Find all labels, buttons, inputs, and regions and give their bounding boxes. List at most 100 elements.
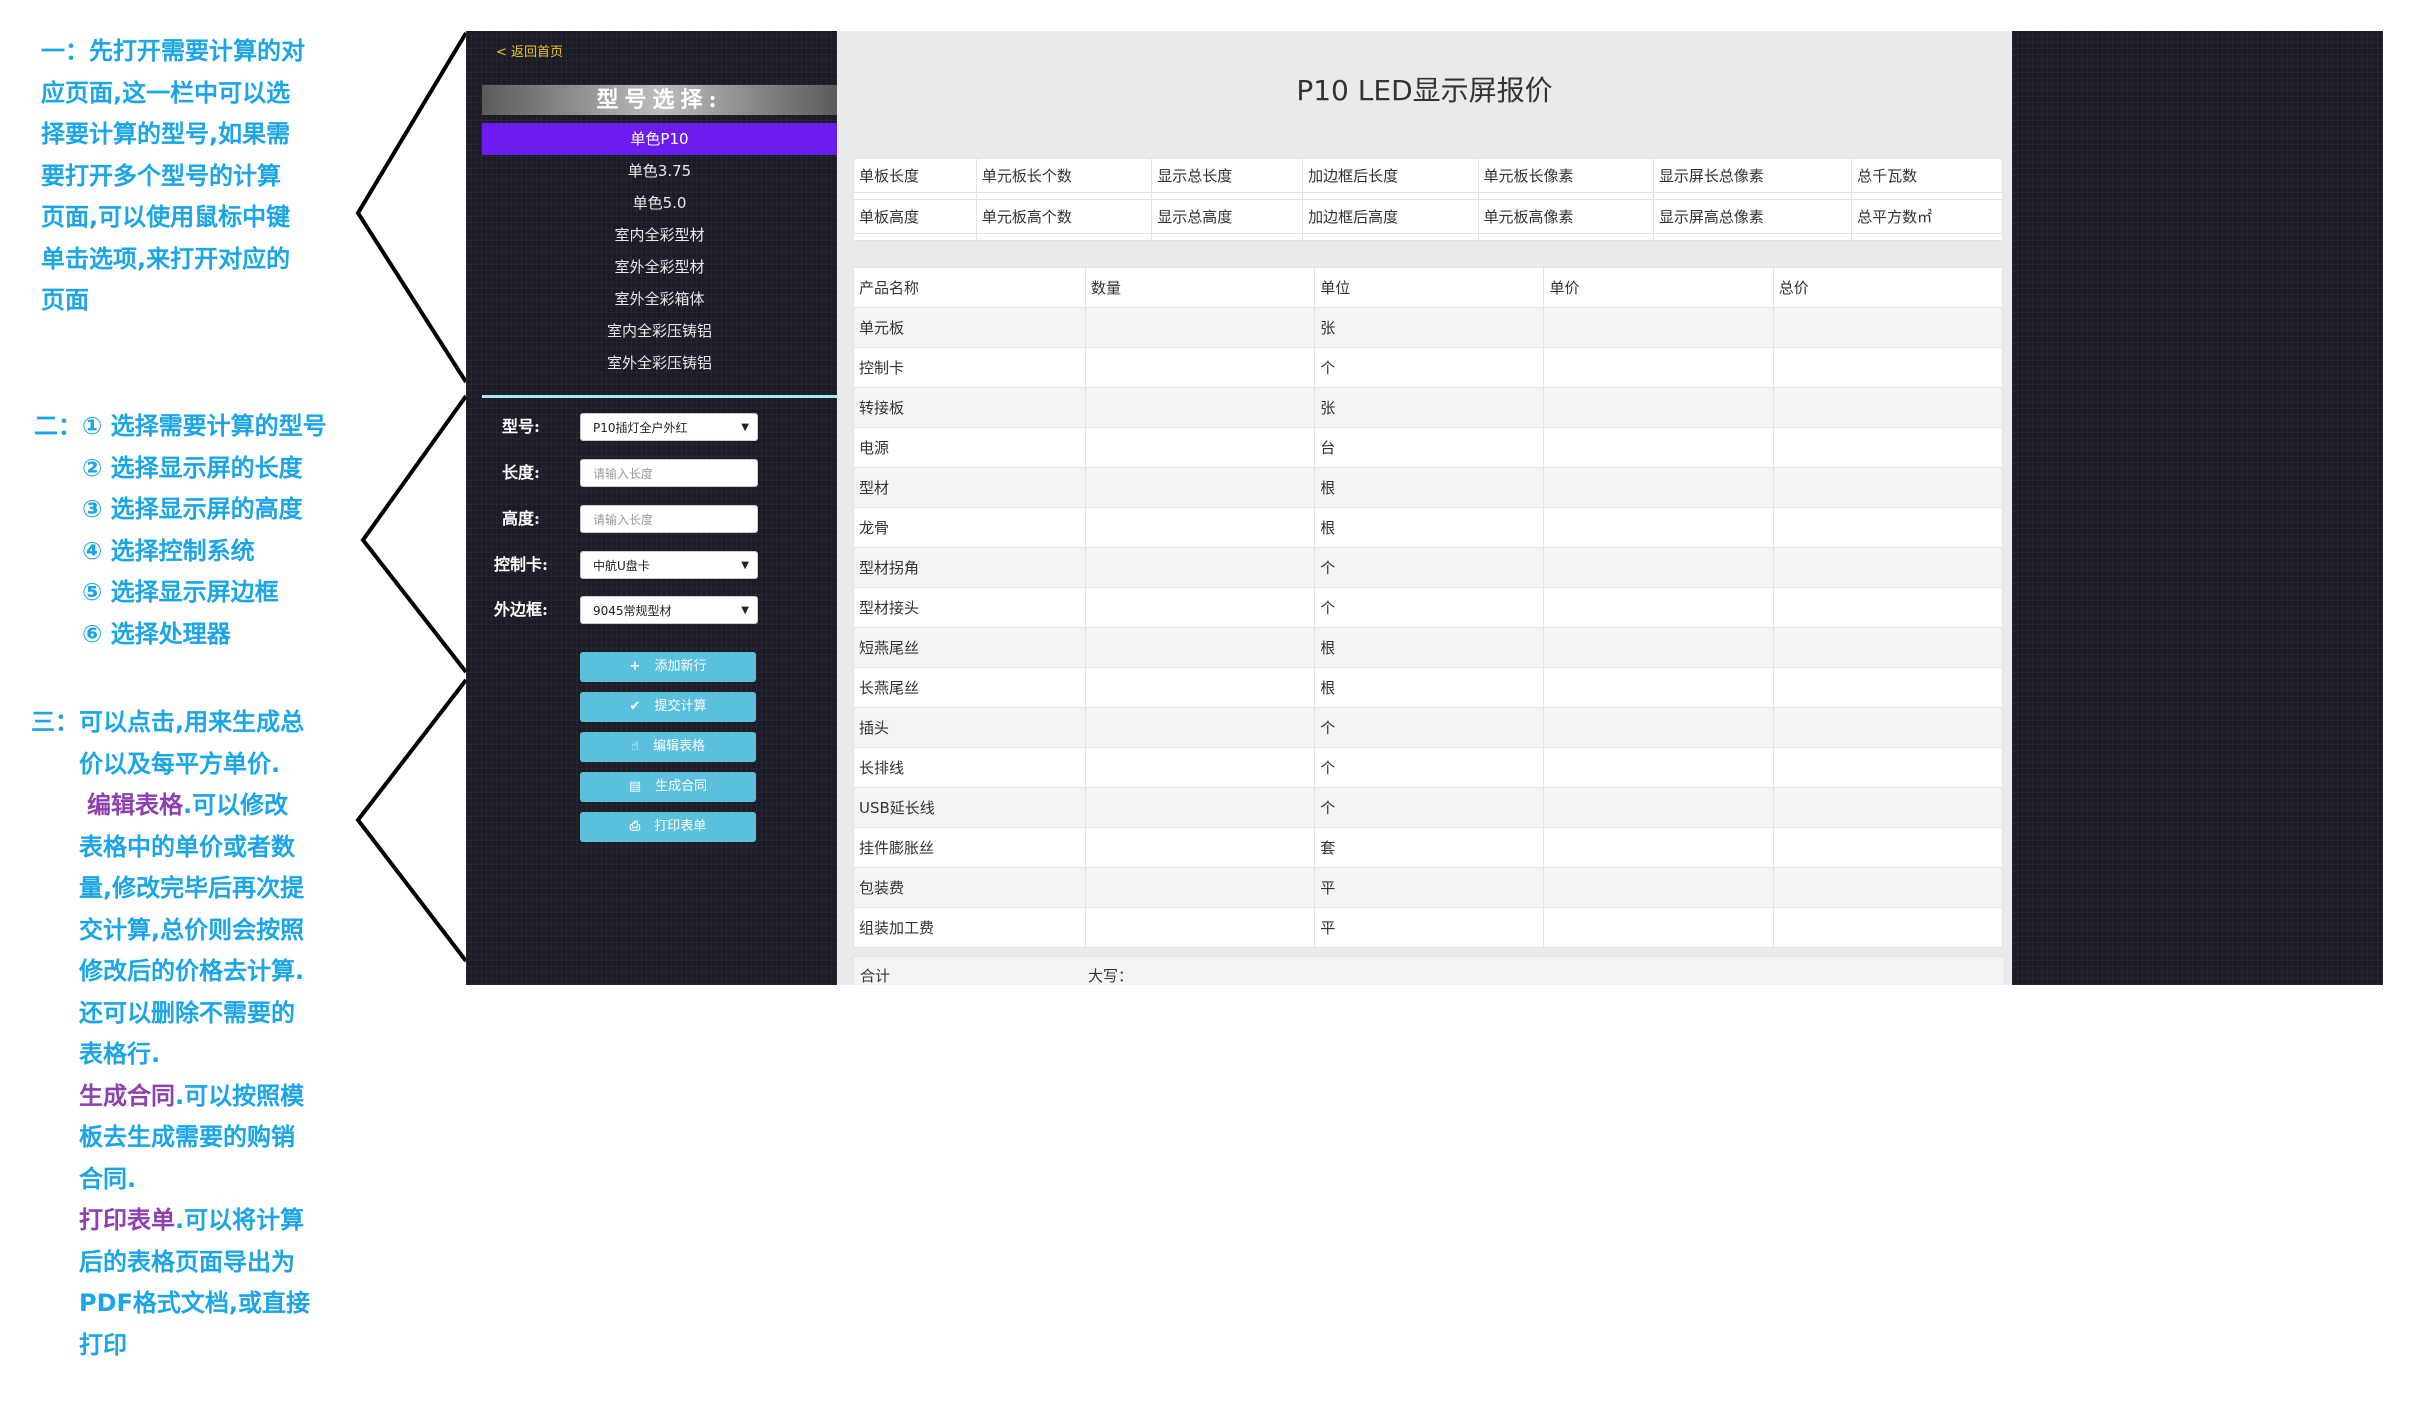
submit-calc-button[interactable]: ✔ 提交计算 <box>580 692 756 722</box>
table-row[interactable]: 长燕尾丝 根 <box>853 667 2004 708</box>
unit-price-cell <box>1543 547 1774 588</box>
unit-cell: 平 <box>1314 867 1545 908</box>
menu-item[interactable]: 室内全彩压铸铝 <box>482 315 837 347</box>
edit-table-button[interactable]: ☝ 编辑表格 <box>580 732 756 762</box>
unit-cell: 个 <box>1314 587 1545 628</box>
unit-price-cell <box>1543 747 1774 788</box>
sidebar: < 返回首页 型号选择: 单色P10 单色3.75 单色5.0 室内全彩型材 室外全彩型… <box>466 31 837 985</box>
spec-spacer-cell <box>1851 192 2003 200</box>
quote-table: 产品名称 数量 单位 单价 总价 单元板张控制卡个转接板张电源台型材根龙骨根型材拐角个型材… <box>853 267 2004 948</box>
total-price-cell <box>1772 467 2004 508</box>
table-header-row: 产品名称 数量 单位 单价 总价 <box>853 267 2004 308</box>
quantity-cell <box>1084 747 1316 788</box>
table-row[interactable]: 龙骨 根 <box>853 507 2004 548</box>
quantity-cell <box>1084 787 1316 828</box>
quantity-cell <box>1084 347 1316 388</box>
annotation-text: 合同. <box>79 1164 137 1193</box>
sidebar-divider <box>482 395 837 398</box>
total-price-cell <box>1772 347 2004 388</box>
table-row[interactable]: 型材拐角 个 <box>853 547 2004 588</box>
length-input[interactable]: 请输入长度 <box>580 459 758 487</box>
spec-cell: 单板长度 <box>853 158 977 193</box>
generate-contract-button[interactable]: ▤ 生成合同 <box>580 772 756 802</box>
check-icon: ✔ <box>629 699 641 714</box>
annotation-line: 生成合同.可以按照模 <box>31 1076 310 1118</box>
menu-item[interactable]: 室内全彩型材 <box>482 219 837 251</box>
table-row[interactable]: 型材 根 <box>853 467 2004 508</box>
unit-cell: 个 <box>1314 787 1545 828</box>
menu-item[interactable]: 单色5.0 <box>482 187 837 219</box>
menu-item[interactable]: 室外全彩压铸铝 <box>482 347 837 379</box>
unit-cell: 平 <box>1314 907 1545 948</box>
annotation-line: 表格行. <box>31 1034 310 1076</box>
spec-spacer-cell <box>1302 233 1479 241</box>
product-name-cell: 控制卡 <box>853 347 1086 388</box>
control-card-select[interactable]: 中航U盘卡 ▼ <box>580 551 758 579</box>
unit-price-cell <box>1543 627 1774 668</box>
table-row[interactable]: 包装费 平 <box>853 867 2004 908</box>
frame-select-value: 9045常规型材 <box>593 604 672 618</box>
table-row[interactable]: USB延长线 个 <box>853 787 2004 828</box>
unit-cell: 个 <box>1314 347 1545 388</box>
table-row[interactable]: 单元板 张 <box>853 307 2004 348</box>
print-form-button[interactable]: ⎙ 打印表单 <box>580 812 756 842</box>
generate-contract-label: 生成合同 <box>655 779 708 794</box>
menu-item[interactable]: 单色3.75 <box>482 155 837 187</box>
menu-item[interactable]: 室外全彩型材 <box>482 251 837 283</box>
spec-spacer-cell <box>1652 192 1853 200</box>
unit-cell: 套 <box>1314 827 1545 868</box>
total-price-cell <box>1772 507 2004 548</box>
quantity-cell <box>1084 427 1316 468</box>
add-row-label: 添加新行 <box>654 659 707 674</box>
quantity-cell <box>1084 627 1316 668</box>
column-header: 单位 <box>1314 267 1545 308</box>
table-row[interactable]: 插头 个 <box>853 707 2004 748</box>
table-row[interactable]: 型材接头 个 <box>853 587 2004 628</box>
frame-select[interactable]: 9045常规型材 ▼ <box>580 596 758 624</box>
form-row-height: 高度: 请输入长度 <box>466 503 837 535</box>
quantity-cell <box>1084 467 1316 508</box>
total-price-cell <box>1772 907 2004 948</box>
model-select[interactable]: P10插灯全户外红 ▼ <box>580 413 758 441</box>
edit-table-label: 编辑表格 <box>652 739 705 754</box>
table-row[interactable]: 组装加工费 平 <box>853 907 2004 948</box>
total-price-cell <box>1772 867 2004 908</box>
unit-cell: 张 <box>1314 307 1545 348</box>
table-row[interactable]: 控制卡 个 <box>853 347 2004 388</box>
add-row-button[interactable]: + 添加新行 <box>580 652 756 682</box>
table-row[interactable]: 短燕尾丝 根 <box>853 627 2004 668</box>
chevron-down-icon: ▼ <box>741 422 749 433</box>
spec-cell: 加边框后高度 <box>1302 199 1479 234</box>
spec-cell: 显示总高度 <box>1151 199 1304 234</box>
table-row[interactable]: 长排线 个 <box>853 747 2004 788</box>
unit-price-cell <box>1543 387 1774 428</box>
spec-cell: 总千瓦数 <box>1851 158 2003 193</box>
annotation-brackets <box>355 31 468 963</box>
unit-cell: 个 <box>1314 707 1545 748</box>
annotation-text: .可以按照模 <box>175 1081 305 1110</box>
height-input[interactable]: 请输入长度 <box>580 505 758 533</box>
annotation-text: PDF格式文档,或直接 <box>79 1289 311 1317</box>
menu-item[interactable]: 单色P10 <box>482 123 837 155</box>
spec-cell: 单元板长像素 <box>1477 158 1654 193</box>
unit-price-cell <box>1543 907 1774 948</box>
unit-price-cell <box>1543 667 1774 708</box>
right-background-panel <box>2012 31 2383 985</box>
spec-spacer-cell <box>1477 192 1654 200</box>
table-row[interactable]: 转接板 张 <box>853 387 2004 428</box>
spec-spacer-cell <box>975 192 1153 200</box>
main-content: P10 LED显示屏报价 单板长度 单元板长个数 显示总长度 加边框后长度 单元板长像素… <box>837 31 2012 985</box>
unit-price-cell <box>1543 467 1774 508</box>
spec-spacer <box>853 192 2003 200</box>
quantity-cell <box>1084 907 1316 948</box>
frame-label: 外边框: <box>494 600 548 619</box>
table-row[interactable]: 挂件膨胀丝 套 <box>853 827 2004 868</box>
capital-label: 大写： <box>1088 967 1134 985</box>
quantity-cell <box>1084 867 1316 908</box>
model-select-header: 型号选择: <box>482 85 837 115</box>
menu-item[interactable]: 室外全彩箱体 <box>482 283 837 315</box>
back-home-link[interactable]: < 返回首页 <box>496 41 563 60</box>
table-row[interactable]: 电源 台 <box>853 427 2004 468</box>
spec-cell: 单元板高像素 <box>1477 199 1654 234</box>
annotation-line: PDF格式文档,或直接 <box>31 1283 310 1325</box>
